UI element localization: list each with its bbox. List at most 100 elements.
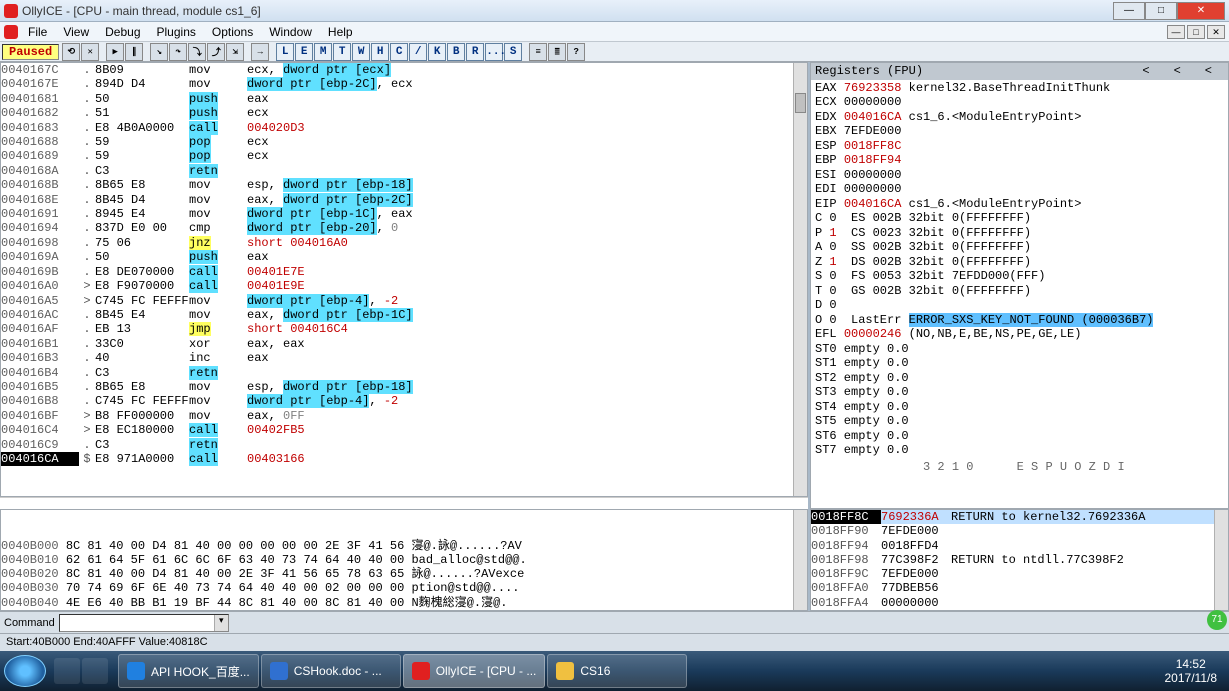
help-button[interactable]: ? [567,43,585,61]
hexdump-row[interactable]: 0040B030 70 74 69 6F 6E 40 73 74 64 40 4… [1,581,807,595]
quicklaunch-icon[interactable] [54,658,80,684]
disasm-row[interactable]: 004016B8.C745 FC FEFFFmov dword ptr [ebp… [1,394,807,408]
reg-next-icon[interactable]: < [1193,64,1224,79]
command-dropdown-icon[interactable]: ▾ [214,615,228,631]
register-line[interactable]: ST1 empty 0.0 [815,356,1224,371]
disasm-row[interactable]: 00401694.837D E0 00 cmp dword ptr [ebp-2… [1,221,807,235]
register-line[interactable]: S 0 FS 0053 32bit 7EFDD000(FFF) [815,269,1224,284]
register-line[interactable]: ESP 0018FF8C [815,139,1224,154]
mdi-minimize-button[interactable]: — [1167,25,1185,39]
register-line[interactable]: ST5 empty 0.0 [815,414,1224,429]
hexdump-row[interactable]: 0040B020 8C 81 40 00 D4 81 40 00 2E 3F 4… [1,567,807,581]
disasm-row[interactable]: 004016B5.8B65 E8 mov esp, dword ptr [ebp… [1,380,807,394]
options-button-2[interactable]: ≣ [548,43,566,61]
trace-over-button[interactable]: ⤴ [207,43,225,61]
minimize-button[interactable]: — [1113,2,1145,20]
hexdump-row[interactable]: 0040B040 4E E6 40 BB B1 19 BF 44 8C 81 4… [1,596,807,610]
stack-row[interactable]: 0018FFA4 00000000 [811,596,1228,610]
disasm-row[interactable]: 00401691.8945 E4 mov dword ptr [ebp-1C],… [1,207,807,221]
window-r-button[interactable]: R [466,43,484,61]
stack-row[interactable]: 0018FF98 77C398F2 RETURN to ntdll.77C398… [811,553,1228,567]
disasm-row[interactable]: 00401689.59 pop ecx [1,149,807,163]
register-line[interactable]: Z 1 DS 002B 32bit 0(FFFFFFFF) [815,255,1224,270]
window-e-button[interactable]: E [295,43,313,61]
disasm-row[interactable]: 004016AC.8B45 E4 mov eax, dword ptr [ebp… [1,308,807,322]
disasm-row[interactable]: 004016B1.33C0 xor eax, eax [1,337,807,351]
maximize-button[interactable]: □ [1145,2,1177,20]
mdi-close-button[interactable]: ✕ [1207,25,1225,39]
disasm-row[interactable]: 004016A0>E8 F9070000 call 00401E9E [1,279,807,293]
taskbar-task[interactable]: OllyICE - [CPU - ... [403,654,546,688]
hexdump-row[interactable]: 0040B010 62 61 64 5F 61 6C 6C 6F 63 40 7… [1,553,807,567]
disasm-row[interactable]: 00401683.E8 4B0A0000 call 004020D3 [1,121,807,135]
menu-file[interactable]: File [20,23,55,41]
window-m-button[interactable]: M [314,43,332,61]
stack-row[interactable]: 0018FF9C 7EFDE000 [811,567,1228,581]
disasm-row[interactable]: 004016AF.EB 13 jmp short 004016C4 [1,322,807,336]
disassembly-pane[interactable]: 0040167C.8B09 mov ecx, dword ptr [ecx] 00… [0,62,808,497]
registers-header[interactable]: Registers (FPU) < < < [811,63,1228,80]
register-line[interactable]: EIP 004016CA cs1_6.<ModuleEntryPoint> [815,197,1224,212]
register-line[interactable]: EBX 7EFDE000 [815,124,1224,139]
window-l-button[interactable]: L [276,43,294,61]
hexdump-row[interactable]: 0040B000 8C 81 40 00 D4 81 40 00 00 00 0… [1,539,807,553]
menu-window[interactable]: Window [261,23,320,41]
restart-button[interactable]: ⟲ [62,43,80,61]
stack-row[interactable]: 0018FFA8 00000000 [811,610,1228,611]
disasm-row[interactable]: 004016BF>B8 FF000000 mov eax, 0FF [1,409,807,423]
close-button[interactable]: ✕ [1177,2,1225,20]
execute-till-return-button[interactable]: ⇲ [226,43,244,61]
hexdump-row[interactable]: 0040B050 00 B1 40 00 00 00 00 00 8C 81 4… [1,610,807,611]
disasm-row[interactable]: 004016A5>C745 FC FEFFFmov dword ptr [ebp… [1,294,807,308]
run-button[interactable]: ▶ [106,43,124,61]
reg-prev-icon[interactable]: < [1130,64,1161,79]
register-line[interactable]: ST0 empty 0.0 [815,342,1224,357]
stack-row[interactable]: 0018FF8C 7692336A RETURN to kernel32.769… [811,510,1228,524]
reg-prev2-icon[interactable]: < [1162,64,1193,79]
window-h-button[interactable]: H [371,43,389,61]
menu-view[interactable]: View [55,23,97,41]
disasm-row[interactable]: 004016B4.C3 retn [1,366,807,380]
system-clock[interactable]: 14:52 2017/11/8 [1153,657,1229,685]
disasm-scrollbar[interactable] [793,63,807,496]
goto-button[interactable]: → [251,43,269,61]
disasm-row[interactable]: 0040168A.C3 retn [1,164,807,178]
register-line[interactable]: EBP 0018FF94 [815,153,1224,168]
step-into-button[interactable]: ↘ [150,43,168,61]
start-button[interactable] [4,655,46,687]
notification-badge[interactable]: 71 [1207,610,1227,630]
stack-pane[interactable]: 0018FF8C 7692336A RETURN to kernel32.769… [810,509,1229,611]
menu-help[interactable]: Help [320,23,361,41]
register-line[interactable]: EAX 76923358 kernel32.BaseThreadInitThun… [815,81,1224,96]
disasm-row[interactable]: 004016B3.40 inc eax [1,351,807,365]
window-t-button[interactable]: T [333,43,351,61]
disasm-row[interactable]: 004016CA$E8 971A0000 call 00403166 [1,452,807,466]
command-combo[interactable]: ▾ [59,614,229,632]
window-b-button[interactable]: B [447,43,465,61]
step-over-button[interactable]: ↷ [169,43,187,61]
register-line[interactable]: T 0 GS 002B 32bit 0(FFFFFFFF) [815,284,1224,299]
disasm-row[interactable]: 00401681.50 push eax [1,92,807,106]
window-titlebar[interactable]: OllyICE - [CPU - main thread, module cs1… [0,0,1229,22]
quicklaunch-icon[interactable] [82,658,108,684]
disasm-row[interactable]: 004016C9.C3 retn [1,438,807,452]
stack-row[interactable]: 0018FF94 0018FFD4 [811,539,1228,553]
register-line[interactable]: EFL 00000246 (NO,NB,E,BE,NS,PE,GE,LE) [815,327,1224,342]
register-line[interactable]: ST3 empty 0.0 [815,385,1224,400]
stack-row[interactable]: 0018FF90 7EFDE000 [811,524,1228,538]
window-w-button[interactable]: W [352,43,370,61]
disasm-row[interactable]: 00401688.59 pop ecx [1,135,807,149]
register-line[interactable]: ST6 empty 0.0 [815,429,1224,444]
disasm-row[interactable]: 0040168B.8B65 E8 mov esp, dword ptr [ebp… [1,178,807,192]
taskbar-task[interactable]: CSHook.doc - ... [261,654,401,688]
system-icon[interactable] [4,25,18,39]
register-line[interactable]: D 0 [815,298,1224,313]
register-line[interactable]: A 0 SS 002B 32bit 0(FFFFFFFF) [815,240,1224,255]
disasm-row[interactable]: 0040167C.8B09 mov ecx, dword ptr [ecx] [1,63,807,77]
trace-into-button[interactable]: ⤵ [188,43,206,61]
stack-row[interactable]: 0018FFA0 77DBEB56 [811,581,1228,595]
disasm-row[interactable]: 0040169A.50 push eax [1,250,807,264]
register-line[interactable]: EDI 00000000 [815,182,1224,197]
mdi-restore-button[interactable]: □ [1187,25,1205,39]
register-line[interactable]: O 0 LastErr ERROR_SXS_KEY_NOT_FOUND (000… [815,313,1224,328]
